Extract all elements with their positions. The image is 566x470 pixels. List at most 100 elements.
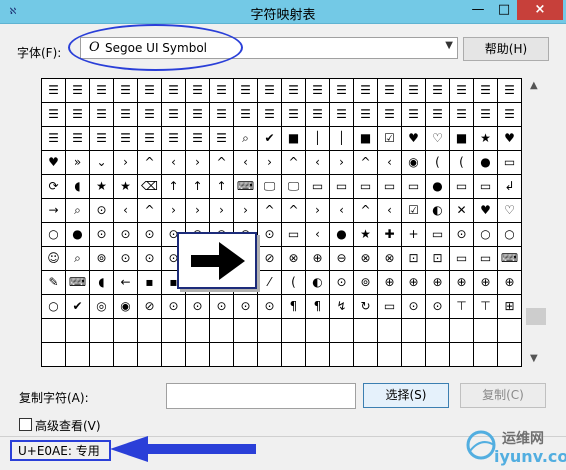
char-cell[interactable]: › xyxy=(258,151,282,175)
char-cell[interactable]: ☰ xyxy=(42,103,66,127)
char-cell[interactable]: ⊞ xyxy=(498,295,522,319)
char-cell[interactable]: ☰ xyxy=(114,103,138,127)
char-cell[interactable]: ☰ xyxy=(186,103,210,127)
char-cell[interactable]: ▭ xyxy=(354,175,378,199)
char-cell[interactable]: ☰ xyxy=(282,103,306,127)
char-cell[interactable]: ‹ xyxy=(162,151,186,175)
char-cell[interactable]: ▭ xyxy=(402,175,426,199)
char-cell[interactable]: ⊙ xyxy=(258,223,282,247)
char-cell[interactable] xyxy=(42,319,66,343)
char-cell[interactable]: ^ xyxy=(282,151,306,175)
char-cell[interactable]: ☑ xyxy=(402,199,426,223)
char-cell[interactable]: ■ xyxy=(450,127,474,151)
char-cell[interactable]: ◐ xyxy=(426,199,450,223)
scroll-thumb[interactable] xyxy=(526,308,546,325)
char-cell[interactable] xyxy=(330,319,354,343)
char-cell[interactable]: ▭ xyxy=(474,175,498,199)
close-button[interactable]: × xyxy=(517,0,563,20)
advanced-view-checkbox[interactable] xyxy=(19,418,32,431)
char-cell[interactable]: │ xyxy=(306,127,330,151)
char-cell[interactable]: ⊗ xyxy=(354,247,378,271)
char-cell[interactable]: ☰ xyxy=(282,79,306,103)
char-cell[interactable]: ☰ xyxy=(162,103,186,127)
char-cell[interactable]: ☰ xyxy=(402,103,426,127)
char-cell[interactable]: ^ xyxy=(258,199,282,223)
char-cell[interactable] xyxy=(114,319,138,343)
char-cell[interactable]: ↲ xyxy=(498,175,522,199)
minimize-button[interactable]: — xyxy=(465,0,491,20)
select-button[interactable]: 选择(S) xyxy=(363,383,449,408)
char-cell[interactable]: ⌕ xyxy=(66,199,90,223)
char-cell[interactable]: ⊙ xyxy=(402,295,426,319)
char-cell[interactable]: ⊚ xyxy=(90,247,114,271)
char-cell[interactable]: ^ xyxy=(282,199,306,223)
char-cell[interactable]: ♥ xyxy=(498,127,522,151)
char-cell[interactable]: ☰ xyxy=(90,127,114,151)
char-cell[interactable]: ( xyxy=(450,151,474,175)
char-cell[interactable]: ↑ xyxy=(162,175,186,199)
char-cell[interactable]: ▭ xyxy=(498,151,522,175)
char-cell[interactable]: ♥ xyxy=(474,199,498,223)
char-cell[interactable]: ⊡ xyxy=(402,247,426,271)
char-cell[interactable]: ◉ xyxy=(402,151,426,175)
char-cell[interactable]: ☰ xyxy=(234,103,258,127)
char-cell[interactable]: ( xyxy=(426,151,450,175)
char-cell[interactable]: ☰ xyxy=(258,103,282,127)
char-cell[interactable]: ○ xyxy=(42,295,66,319)
char-cell[interactable] xyxy=(474,319,498,343)
char-cell[interactable]: › xyxy=(186,199,210,223)
char-cell[interactable] xyxy=(114,343,138,367)
char-cell[interactable]: ☰ xyxy=(42,127,66,151)
char-cell[interactable]: ⊕ xyxy=(426,271,450,295)
char-cell[interactable]: ☰ xyxy=(354,103,378,127)
char-cell[interactable]: ☰ xyxy=(210,103,234,127)
char-cell[interactable]: ♡ xyxy=(498,199,522,223)
char-cell[interactable] xyxy=(138,319,162,343)
char-cell[interactable] xyxy=(186,319,210,343)
char-cell[interactable]: ● xyxy=(330,223,354,247)
char-cell[interactable] xyxy=(402,343,426,367)
char-cell[interactable] xyxy=(258,319,282,343)
char-cell[interactable]: ☰ xyxy=(186,127,210,151)
char-cell[interactable] xyxy=(234,343,258,367)
char-cell[interactable]: ⊙ xyxy=(162,295,186,319)
char-cell[interactable]: ★ xyxy=(114,175,138,199)
char-cell[interactable]: ☰ xyxy=(210,127,234,151)
char-cell[interactable]: ☺ xyxy=(42,247,66,271)
char-cell[interactable]: ● xyxy=(66,223,90,247)
char-cell[interactable]: ⊡ xyxy=(426,247,450,271)
char-cell[interactable]: ↑ xyxy=(186,175,210,199)
char-cell[interactable]: ▭ xyxy=(426,223,450,247)
char-cell[interactable]: ⊙ xyxy=(330,271,354,295)
maximize-button[interactable]: □ xyxy=(491,0,517,20)
char-cell[interactable] xyxy=(282,319,306,343)
char-cell[interactable]: ☰ xyxy=(306,103,330,127)
scroll-down-icon[interactable]: ▼ xyxy=(530,353,538,364)
char-cell[interactable]: ▭ xyxy=(330,175,354,199)
char-cell[interactable]: ⊙ xyxy=(234,295,258,319)
char-cell[interactable] xyxy=(42,343,66,367)
char-cell[interactable]: → xyxy=(42,199,66,223)
char-cell[interactable]: ☰ xyxy=(114,79,138,103)
char-cell[interactable]: ⊗ xyxy=(378,247,402,271)
char-cell[interactable] xyxy=(306,319,330,343)
char-cell[interactable]: ✎ xyxy=(42,271,66,295)
char-cell[interactable]: ▭ xyxy=(450,175,474,199)
char-cell[interactable] xyxy=(354,319,378,343)
char-cell[interactable]: ▭ xyxy=(378,175,402,199)
char-cell[interactable]: › xyxy=(210,199,234,223)
char-cell[interactable]: ^ xyxy=(138,199,162,223)
char-cell[interactable]: ☰ xyxy=(90,79,114,103)
char-cell[interactable]: ☰ xyxy=(474,103,498,127)
character-grid[interactable]: ☰ ☰ ☰ ☰ ☰ ☰ ☰ ☰ ☰ ☰ ☰ ☰ ☰ ☰ ☰ ☰ ☰ ☰ ☰ ☰ ☰ ☰ ☰ ☰ ☰ ☰ ☰ ☰ ☰ ☰ ☰ ☰ ☰ ☰ ☰ ☰ ☰ ☰ ☰ ☰… xyxy=(41,78,522,367)
char-cell[interactable]: ● xyxy=(474,151,498,175)
char-cell[interactable] xyxy=(426,319,450,343)
char-cell[interactable]: ☰ xyxy=(306,79,330,103)
char-cell[interactable]: ☰ xyxy=(162,127,186,151)
char-cell[interactable]: ◎ xyxy=(90,295,114,319)
char-cell[interactable]: ‹ xyxy=(114,199,138,223)
char-cell[interactable]: ♥ xyxy=(42,151,66,175)
char-cell[interactable]: ☰ xyxy=(90,103,114,127)
char-cell[interactable]: ☰ xyxy=(162,79,186,103)
char-cell[interactable] xyxy=(354,343,378,367)
